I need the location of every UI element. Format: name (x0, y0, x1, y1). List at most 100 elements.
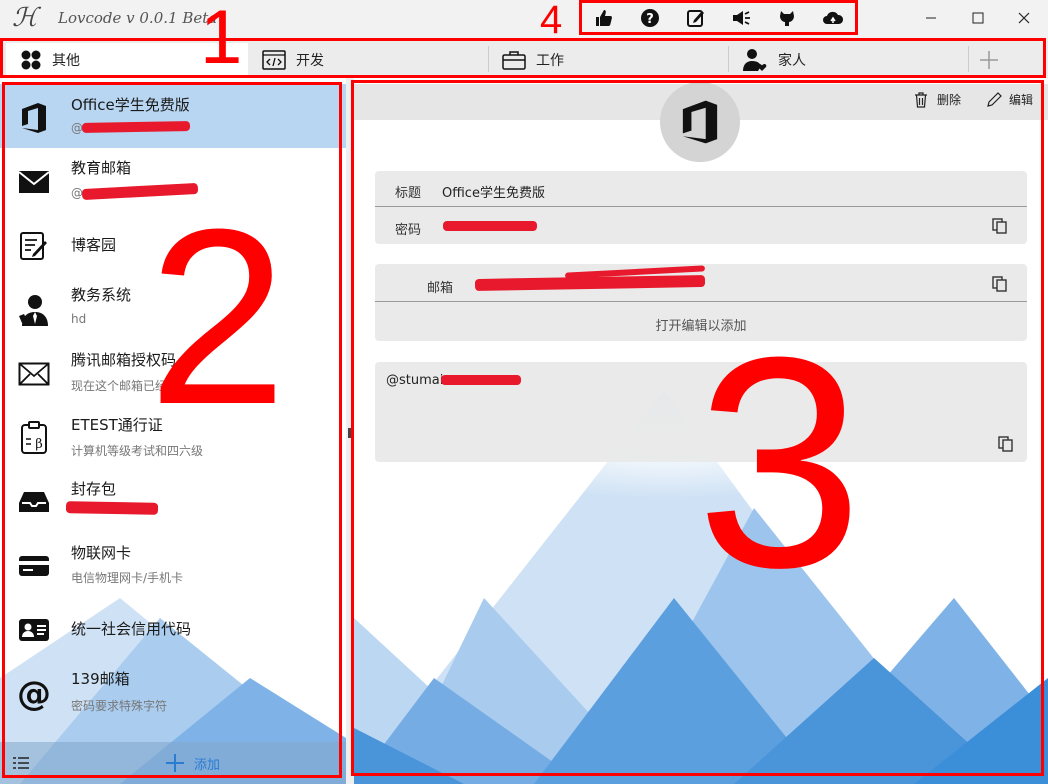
grid-icon (20, 49, 42, 71)
tab-separator (968, 46, 969, 72)
item-title: 教育邮箱 (71, 159, 132, 177)
minimize-button[interactable] (908, 2, 954, 34)
plus-icon (166, 754, 184, 772)
thumbs-up-icon[interactable] (589, 3, 619, 33)
item-title: Office学生免费版 (71, 96, 190, 114)
item-title: 博客园 (71, 236, 117, 254)
redaction (441, 375, 521, 385)
briefcase-icon (502, 50, 526, 70)
edit-button[interactable]: 编辑 (986, 91, 1033, 108)
detail-panel: 删除 编辑 标题 Office学生免费版 密码 邮箱 打开编辑以添加 @stum… (354, 78, 1048, 784)
at-icon: @ (17, 674, 51, 714)
list-item[interactable]: 教务系统 hd (0, 276, 346, 340)
tab-label: 开发 (296, 52, 324, 69)
github-icon[interactable] (772, 3, 802, 33)
redaction (81, 121, 191, 133)
title-bar: ℋ Lovcode v 0.0.1 Beta ? (0, 0, 1048, 38)
email-card: 邮箱 打开编辑以添加 (375, 264, 1027, 341)
tab-work[interactable]: 工作 (488, 43, 728, 76)
svg-text:?: ? (646, 12, 654, 27)
field-label: 密码 (395, 223, 422, 238)
office-icon (682, 100, 718, 144)
list-item[interactable]: 博客园 (0, 212, 346, 276)
redaction (474, 274, 706, 292)
credential-card: 标题 Office学生免费版 密码 (375, 171, 1027, 244)
tab-label: 家人 (778, 52, 806, 69)
sort-list-icon[interactable] (12, 755, 32, 771)
plus-icon (980, 50, 998, 69)
mail-outline-icon (16, 356, 52, 392)
tab-family[interactable]: 家人 (728, 43, 968, 76)
note-card: @stumai (375, 362, 1027, 462)
title-value: Office学生免费版 (442, 186, 545, 201)
item-title: 教务系统 (71, 286, 132, 304)
copy-icon[interactable] (992, 276, 1008, 292)
delete-label: 删除 (937, 93, 962, 107)
top-toolbar: ? (581, 2, 856, 33)
item-subtitle: 现在这个邮箱已经 (71, 379, 168, 393)
office-icon (16, 100, 52, 136)
id-card-icon (16, 612, 52, 648)
code-icon (262, 49, 286, 70)
panel-splitter[interactable] (346, 78, 354, 784)
redaction (81, 182, 199, 201)
tab-label: 其他 (52, 52, 80, 69)
item-list-panel: Office学生免费版 @ 教育邮箱 @ 博客园 教务系统 hd 腾讯邮箱授权码… (0, 78, 346, 784)
copy-icon[interactable] (992, 218, 1008, 234)
pencil-icon (987, 91, 1002, 107)
inbox-icon (16, 484, 52, 520)
list-item[interactable]: 教育邮箱 @ (0, 148, 346, 212)
item-title: 腾讯邮箱授权码 (71, 351, 177, 369)
tab-bar: 其他 开发 工作 家人 (0, 38, 1048, 78)
item-avatar (660, 82, 740, 162)
item-title: 139邮箱 (71, 670, 130, 688)
field-label: 邮箱 (427, 281, 454, 296)
edit-note-icon[interactable] (681, 3, 711, 33)
mail-icon (16, 164, 52, 200)
item-title: 统一社会信用代码 (71, 620, 192, 638)
item-title: ETEST通行证 (71, 416, 163, 434)
announce-icon[interactable] (726, 3, 756, 33)
list-item[interactable]: 物联网卡 电信物理网卡/手机卡 (0, 532, 346, 596)
card-icon (16, 548, 52, 584)
cloud-sync-icon[interactable] (818, 3, 848, 33)
add-field-hint: 打开编辑以添加 (655, 319, 747, 334)
tab-other[interactable]: 其他 (6, 43, 248, 76)
item-subtitle: 电信物理网卡/手机卡 (71, 571, 184, 585)
add-item-button[interactable]: 添加 (164, 751, 220, 775)
app-logo: ℋ (12, 3, 38, 33)
redaction (443, 221, 537, 231)
tab-dev[interactable]: 开发 (248, 43, 488, 76)
list-item[interactable]: 统一社会信用代码 (0, 596, 346, 660)
divider (375, 206, 1027, 207)
field-label: 标题 (395, 186, 422, 201)
redaction (65, 501, 159, 515)
list-footer: 添加 (0, 742, 346, 784)
divider (375, 301, 1027, 302)
blog-icon (16, 228, 52, 264)
item-title: 物联网卡 (71, 544, 132, 562)
family-icon (742, 48, 768, 72)
list-item[interactable]: @ 139邮箱 密码要求特殊字符 (0, 660, 346, 724)
close-button[interactable] (1001, 2, 1047, 34)
list-item[interactable]: Office学生免费版 @ (0, 84, 346, 148)
item-subtitle: 密码要求特殊字符 (71, 699, 168, 713)
trash-icon (915, 91, 927, 108)
note-text: @stumai (386, 373, 444, 388)
help-icon[interactable]: ? (635, 3, 665, 33)
clipboard-beta-icon: β (16, 420, 52, 456)
tab-label: 工作 (536, 52, 564, 69)
user-tie-icon (16, 292, 52, 328)
svg-text:β: β (35, 437, 43, 452)
add-tab-button[interactable] (970, 43, 1008, 76)
delete-button[interactable]: 删除 (914, 91, 961, 108)
app-title: Lovcode v 0.0.1 Beta (58, 9, 218, 27)
list-item[interactable]: 封存包 (0, 468, 346, 532)
list-item[interactable]: 腾讯邮箱授权码 现在这个邮箱已经 (0, 340, 346, 404)
item-subtitle: hd (71, 312, 87, 326)
list-item[interactable]: β ETEST通行证 计算机等级考试和四六级 (0, 404, 346, 468)
edit-label: 编辑 (1009, 93, 1034, 107)
maximize-button[interactable] (955, 2, 1001, 34)
copy-icon[interactable] (998, 436, 1014, 452)
item-subtitle: 计算机等级考试和四六级 (71, 444, 204, 458)
